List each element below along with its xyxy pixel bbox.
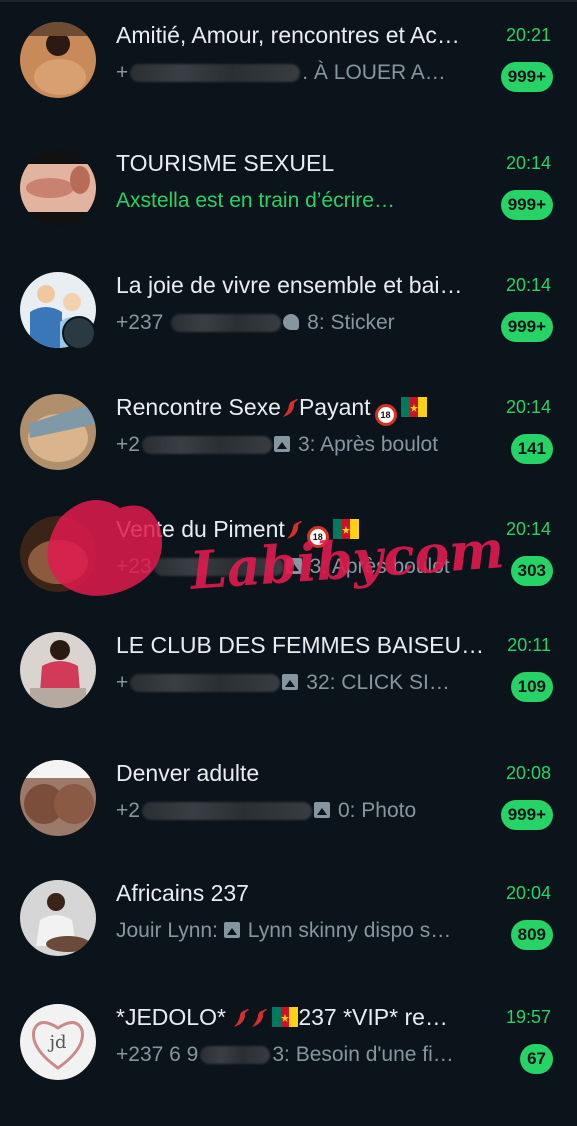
cameroon-flag-icon [272, 1007, 299, 1027]
preview-text: 3: Besoin d'une fi… [272, 1043, 454, 1066]
sticker-icon [283, 314, 300, 330]
chat-title: *JEDOLO* 237 *VIP* re… [116, 1002, 496, 1032]
chat-title: Rencontre Sexe Payant 18 [116, 392, 496, 426]
chat-row[interactable]: Rencontre Sexe Payant 18 20:14 +2 3: Après … [0, 394, 577, 516]
top-divider [0, 0, 577, 2]
sender-name: Jouir Lynn: [116, 919, 218, 942]
sender-phone: +237 [116, 311, 170, 334]
unread-badge: 999+ [500, 62, 553, 92]
chat-time: 20:14 [505, 519, 551, 539]
unread-badge: 999+ [500, 800, 553, 830]
image-icon [273, 436, 290, 452]
cameroon-flag-icon [400, 397, 427, 417]
preview-text: Lynn skinny dispo s… [247, 919, 452, 942]
sender-phone: +2 [116, 799, 140, 822]
chat-title: Denver adulte [116, 760, 260, 786]
preview-text: 0: Photo [337, 799, 417, 822]
chat-preview: +237 8: Sticker [116, 308, 492, 338]
unread-badge: 999+ [500, 312, 553, 342]
image-icon [223, 922, 240, 938]
redacted-number [153, 558, 284, 577]
chat-preview: +2 0: Photo [116, 796, 492, 826]
title-text: Rencontre Sexe [116, 394, 281, 420]
chat-row[interactable]: Africains 237 20:04 Jouir Lynn: Lynn ski… [0, 880, 577, 1002]
chat-row[interactable]: Amitié, Amour, rencontres et Ac… 20:21 +… [0, 22, 577, 144]
unread-badge: 809 [510, 920, 553, 950]
chat-time: 20:04 [505, 883, 551, 903]
preview-text: 3: Après boulot [309, 555, 450, 578]
chat-title: Africains 237 [116, 880, 249, 906]
chat-row[interactable]: Vente du Piment 18 20:14 +23 3: Après boul… [0, 516, 577, 638]
chat-preview: Jouir Lynn: Lynn skinny dispo s… [116, 916, 492, 946]
sender-phone: +2 [116, 433, 140, 456]
preview-text: 32: CLICK SI… [306, 671, 450, 694]
redacted-number [141, 802, 312, 821]
cameroon-flag-icon [332, 519, 359, 539]
chili-pepper-icon [282, 399, 298, 417]
chat-time: 20:14 [505, 397, 551, 417]
preview-text: . À LOUER A… [302, 61, 446, 84]
unread-badge: 141 [510, 434, 553, 464]
group-avatar[interactable] [20, 632, 96, 708]
chat-time: 20:14 [505, 153, 551, 173]
chat-time: 20:08 [505, 763, 551, 783]
no-under-18-icon: 18 [374, 404, 397, 426]
chat-preview: + . À LOUER A… [116, 58, 492, 88]
unread-badge: 999+ [500, 190, 553, 220]
redacted-number [130, 64, 301, 83]
chat-title: Amitié, Amour, rencontres et Ac… [116, 22, 460, 48]
chat-title: Vente du Piment 18 [116, 514, 496, 548]
title-text: Payant [298, 394, 371, 420]
redacted-number [141, 436, 272, 455]
preview-text: 3: Après boulot [297, 433, 439, 456]
chat-row[interactable]: Denver adulte 20:08 +2 0: Photo 999+ [0, 760, 577, 882]
chat-preview: +237 6 9 3: Besoin d'une fi… [116, 1040, 492, 1070]
chat-preview: +2 3: Après boulot [116, 430, 492, 460]
chat-row[interactable]: La joie de vivre ensemble et bai… 20:14 … [0, 272, 577, 394]
unread-badge: 67 [520, 1044, 553, 1074]
unread-badge: 303 [510, 556, 553, 586]
image-icon [282, 674, 299, 690]
chat-preview: +32: CLICK SI… [116, 668, 492, 698]
group-avatar[interactable]: jd [20, 1004, 96, 1080]
title-text: Vente du Piment [116, 516, 285, 542]
chat-title: LE CLUB DES FEMMES BAISEU… [116, 632, 485, 658]
group-avatar[interactable] [20, 516, 96, 592]
no-under-18-icon: 18 [306, 526, 329, 548]
redacted-number [130, 674, 281, 693]
group-avatar[interactable] [20, 760, 96, 836]
status-timer-icon [62, 316, 96, 350]
chat-time: 20:21 [505, 25, 551, 45]
redacted-number [200, 1046, 271, 1065]
group-avatar[interactable] [20, 150, 96, 226]
group-avatar[interactable] [20, 22, 96, 98]
group-avatar[interactable] [20, 880, 96, 956]
svg-text:jd: jd [47, 1032, 66, 1053]
chat-time: 20:14 [505, 275, 551, 295]
preview-text: 8: Sticker [307, 311, 395, 334]
chat-time: 19:57 [505, 1007, 551, 1027]
sender-phone: +23 [116, 555, 152, 578]
redacted-number [171, 314, 282, 333]
chat-row[interactable]: TOURISME SEXUEL 20:14 Axstella est en tr… [0, 150, 577, 272]
chat-preview: +23 3: Après boulot [116, 552, 492, 582]
sender-phone: + [116, 61, 129, 84]
chili-pepper-icon [234, 1009, 250, 1027]
sender-phone: + [116, 671, 129, 694]
chat-row[interactable]: jd *JEDOLO* 237 *VIP* re… 19:57 +237 6 9… [0, 1004, 577, 1126]
sender-phone: +237 6 9 [116, 1043, 199, 1066]
unread-badge: 109 [510, 672, 553, 702]
chat-title: TOURISME SEXUEL [116, 150, 335, 176]
title-text: 237 *VIP* re… [298, 1004, 448, 1030]
image-icon [313, 802, 330, 818]
image-icon [285, 558, 302, 574]
chili-pepper-icon [252, 1009, 268, 1027]
typing-indicator: Axstella est en train d’écrire… [116, 189, 395, 212]
chat-row[interactable]: LE CLUB DES FEMMES BAISEU… 20:11 +32: CL… [0, 632, 577, 754]
chat-time: 20:11 [507, 635, 551, 655]
title-text: *JEDOLO* [116, 1004, 226, 1030]
chat-title: La joie de vivre ensemble et bai… [116, 272, 463, 298]
group-avatar[interactable] [20, 394, 96, 470]
chili-pepper-icon [286, 521, 302, 539]
